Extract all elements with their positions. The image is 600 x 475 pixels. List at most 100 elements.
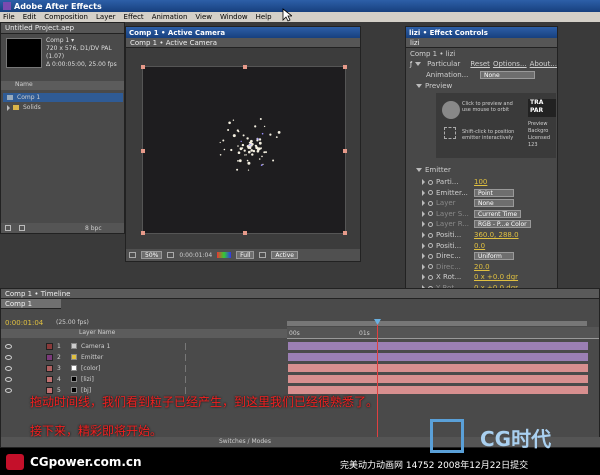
- menu-item[interactable]: Window: [220, 13, 248, 21]
- layer-duration-bar[interactable]: [288, 353, 588, 361]
- solo-icon[interactable]: [36, 354, 42, 360]
- visibility-eye-icon[interactable]: [5, 343, 12, 349]
- menu-item[interactable]: Animation: [152, 13, 188, 21]
- menu-item[interactable]: View: [195, 13, 212, 21]
- stopwatch-icon[interactable]: [428, 232, 433, 238]
- expand-arrow-icon[interactable]: [416, 84, 422, 88]
- menu-item[interactable]: Effect: [124, 13, 144, 21]
- menu-item[interactable]: File: [3, 13, 15, 21]
- trash-icon[interactable]: [5, 225, 11, 231]
- menu-item[interactable]: Composition: [44, 13, 88, 21]
- layer-duration-bar[interactable]: [288, 364, 588, 372]
- param-value[interactable]: Current Time: [474, 209, 522, 218]
- expand-arrow-icon[interactable]: [422, 189, 425, 196]
- effect-param-row[interactable]: Layer None: [406, 198, 557, 208]
- param-value[interactable]: 0 x +0.0 dgr: [474, 273, 518, 281]
- switches-modes-toggle[interactable]: Switches / Modes: [219, 438, 271, 445]
- layer-name[interactable]: [lizi]: [81, 376, 181, 383]
- solo-icon[interactable]: [36, 343, 42, 349]
- timeline-timecode[interactable]: 0:00:01:04: [5, 319, 43, 327]
- snapshot-icon[interactable]: [129, 252, 136, 258]
- visibility-eye-icon[interactable]: [5, 376, 12, 382]
- zoom-dropdown[interactable]: 50%: [141, 251, 163, 259]
- effect-tab[interactable]: lizi: [406, 38, 557, 48]
- param-value[interactable]: Uniform: [474, 252, 514, 261]
- project-comp-name[interactable]: Comp 1 ▾: [46, 37, 124, 45]
- resize-handle[interactable]: [243, 65, 247, 69]
- preview-group[interactable]: Preview: [406, 81, 557, 91]
- expand-arrow-icon[interactable]: [422, 221, 425, 228]
- preview-box[interactable]: Click to preview and use mouse to orbit …: [436, 93, 556, 158]
- layer-row[interactable]: 4 [lizi]: [1, 374, 287, 384]
- effect-param-row[interactable]: Direc... 20.0: [406, 262, 557, 272]
- composition-canvas[interactable]: [141, 65, 347, 235]
- resize-handle[interactable]: [141, 149, 145, 153]
- resize-handle[interactable]: [343, 231, 347, 235]
- fx-icon[interactable]: ƒ: [410, 61, 412, 68]
- param-value[interactable]: 20.0: [474, 263, 490, 271]
- animation-preset-dropdown[interactable]: None: [480, 71, 535, 79]
- expand-arrow-icon[interactable]: [422, 232, 425, 238]
- expand-arrow-icon[interactable]: [422, 200, 425, 207]
- layer-row[interactable]: 1 Camera 1: [1, 341, 287, 351]
- resize-handle[interactable]: [343, 149, 347, 153]
- effect-param-row[interactable]: Layer S... Current Time: [406, 209, 557, 219]
- stopwatch-icon[interactable]: [428, 200, 433, 206]
- expand-arrow-icon[interactable]: [422, 210, 425, 217]
- expand-arrow-icon[interactable]: [422, 274, 425, 281]
- expand-arrow-icon[interactable]: [422, 253, 425, 260]
- about-link[interactable]: About...: [530, 60, 557, 68]
- layer-duration-bar[interactable]: [288, 375, 588, 383]
- visibility-eye-icon[interactable]: [5, 387, 12, 393]
- expand-arrow-icon[interactable]: [7, 104, 10, 111]
- composition-tab[interactable]: Comp 1 • Active Camera: [126, 38, 360, 48]
- layer-duration-bar[interactable]: [288, 342, 588, 350]
- effect-param-row[interactable]: Positi... 360.0, 288.0: [406, 230, 557, 240]
- effect-param-row[interactable]: Parti... 100: [406, 177, 557, 187]
- layer-row[interactable]: 3 [color]: [1, 363, 287, 373]
- solo-icon[interactable]: [36, 376, 42, 382]
- layer-name[interactable]: [color]: [81, 365, 181, 372]
- expand-arrow-icon[interactable]: [422, 179, 425, 185]
- effect-param-row[interactable]: X Rot... 0 x +0.0 dgr: [406, 272, 557, 282]
- stopwatch-icon[interactable]: [428, 221, 433, 227]
- stopwatch-icon[interactable]: [428, 243, 433, 249]
- current-time-display[interactable]: 0:00:01:04: [179, 252, 212, 259]
- safe-zones-icon[interactable]: [167, 252, 175, 258]
- expand-arrow-icon[interactable]: [422, 263, 425, 270]
- label-color-swatch[interactable]: [46, 342, 53, 350]
- layer-switches[interactable]: [185, 342, 245, 350]
- effect-param-row[interactable]: Direc... Uniform: [406, 251, 557, 261]
- expand-arrow-icon[interactable]: [416, 168, 422, 172]
- current-time-indicator[interactable]: [374, 319, 381, 447]
- param-value[interactable]: 0.0: [474, 242, 485, 250]
- stopwatch-icon[interactable]: [428, 179, 433, 185]
- reset-link[interactable]: Reset: [470, 60, 490, 68]
- resolution-dropdown[interactable]: Full: [236, 251, 255, 259]
- options-link[interactable]: Options...: [493, 60, 527, 68]
- visibility-eye-icon[interactable]: [5, 365, 12, 371]
- resize-handle[interactable]: [141, 65, 145, 69]
- stopwatch-icon[interactable]: [428, 211, 433, 217]
- label-color-swatch[interactable]: [46, 364, 53, 372]
- new-folder-icon[interactable]: [19, 225, 25, 231]
- param-value[interactable]: RGB - P...e Color: [474, 220, 531, 229]
- stopwatch-icon[interactable]: [428, 190, 433, 196]
- label-color-swatch[interactable]: [46, 375, 53, 383]
- stopwatch-icon[interactable]: [428, 264, 433, 270]
- menu-item[interactable]: Help: [256, 13, 272, 21]
- resize-handle[interactable]: [343, 65, 347, 69]
- layer-switches[interactable]: [185, 364, 245, 372]
- layer-name[interactable]: Camera 1: [81, 343, 181, 350]
- project-item-comp[interactable]: Comp 1: [3, 93, 123, 102]
- stopwatch-icon[interactable]: [428, 274, 433, 280]
- effect-param-row[interactable]: Positi... 0.0: [406, 241, 557, 251]
- param-value[interactable]: 360.0, 288.0: [474, 231, 519, 239]
- param-value[interactable]: 100: [474, 178, 487, 186]
- menu-item[interactable]: Layer: [96, 13, 116, 21]
- resize-handle[interactable]: [141, 231, 145, 235]
- layer-switches[interactable]: [185, 375, 245, 383]
- time-ruler[interactable]: 00s 01s: [287, 327, 599, 339]
- label-color-swatch[interactable]: [46, 353, 53, 361]
- param-value[interactable]: Point: [474, 188, 514, 197]
